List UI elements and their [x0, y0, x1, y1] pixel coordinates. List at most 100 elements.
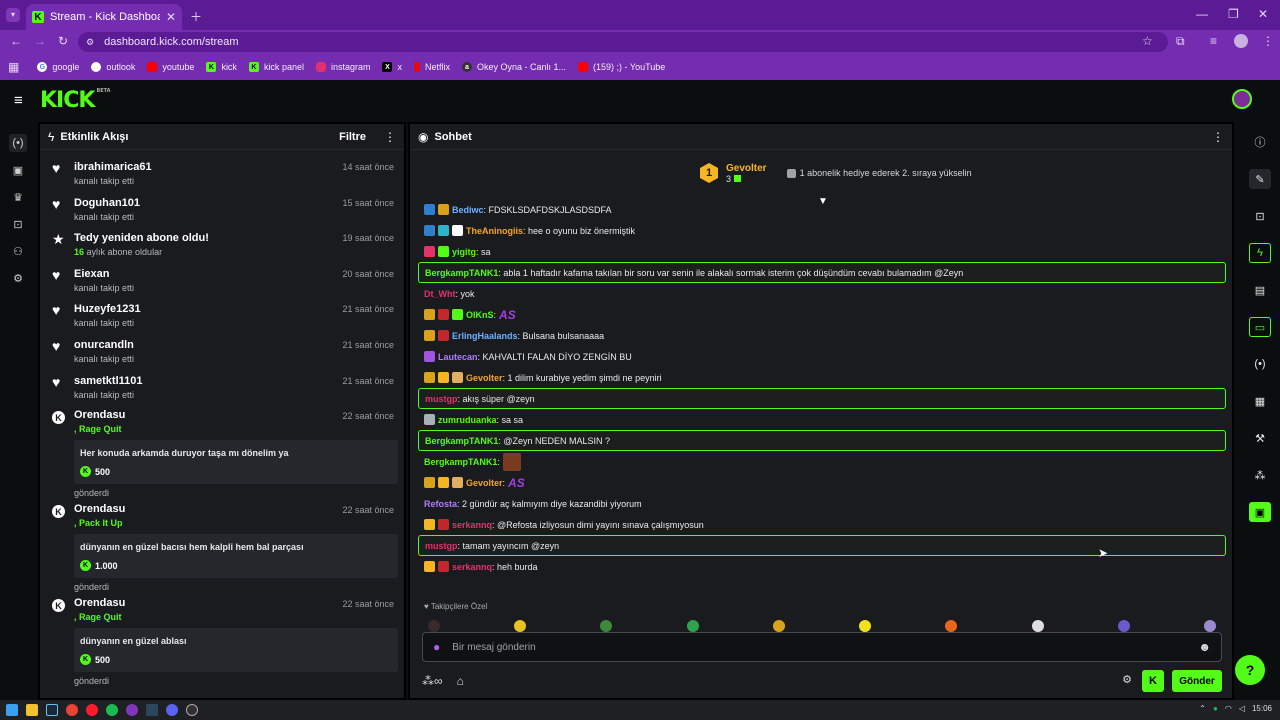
gift-leaderboard-banner[interactable]: 1 Gevolter 3 1 abonelik hediye ederek 2.…	[700, 160, 972, 186]
chat-username[interactable]: yigitg	[452, 247, 476, 257]
opera-icon[interactable]	[86, 704, 98, 716]
minimize-icon[interactable]: —	[1196, 8, 1208, 20]
chat-username[interactable]: TheAninogiis	[466, 226, 523, 236]
layout-icon[interactable]: ▦	[1249, 391, 1271, 411]
tray-spotify-icon[interactable]: ●	[1213, 704, 1218, 713]
chat-username[interactable]: Refosta	[424, 499, 457, 509]
dashboard-icon[interactable]: ▣	[9, 161, 27, 179]
filter-button[interactable]: Filtre	[339, 131, 366, 143]
clock[interactable]: 15:06	[1252, 704, 1272, 713]
kick-logo[interactable]: KICK BETA	[40, 88, 111, 113]
clapperboard-icon[interactable]: ▣	[1249, 502, 1271, 522]
chat-username[interactable]: BergkampTANK1	[425, 268, 498, 278]
chat-username[interactable]: ErlingHaalands	[452, 331, 518, 341]
activity-menu-icon[interactable]: ⋮	[384, 131, 396, 143]
community-icon[interactable]: ⚇	[9, 242, 27, 260]
kick-chat-icon[interactable]: K	[1142, 670, 1164, 692]
emote-button[interactable]	[1117, 620, 1130, 632]
emote-button[interactable]	[772, 620, 785, 632]
windows-start-icon[interactable]	[6, 704, 18, 716]
chat-username[interactable]: BergkampTANK1	[425, 436, 498, 446]
emote-button[interactable]	[600, 620, 613, 632]
chat-username[interactable]: Dt_Wht	[424, 289, 456, 299]
chrome-active-icon[interactable]	[126, 704, 138, 716]
discord-icon[interactable]	[166, 704, 178, 716]
obs-icon[interactable]	[186, 704, 198, 716]
bookmark-outlook[interactable]: outlook	[87, 62, 139, 72]
back-icon[interactable]: ←	[10, 35, 22, 47]
settings-icon[interactable]: ⚙	[9, 269, 27, 287]
extensions-icon[interactable]: ⧉	[1176, 35, 1185, 47]
bookmark-google[interactable]: Ggoogle	[33, 62, 83, 72]
tab-search-icon[interactable]: ▾	[6, 8, 20, 22]
emote-button[interactable]	[945, 620, 958, 632]
bookmark-x[interactable]: Xx	[378, 62, 406, 72]
bookmark-youtube[interactable]: youtube	[143, 62, 198, 72]
bookmark-kick[interactable]: Kkick	[202, 62, 241, 72]
url-field[interactable]: ⚙ dashboard.kick.com/stream	[78, 32, 1168, 52]
chat-username[interactable]: Bediwc	[452, 205, 484, 215]
chat-settings-icon[interactable]: ⚙	[1122, 673, 1132, 686]
menu-dots-icon[interactable]: ⋮	[1262, 35, 1274, 47]
forward-icon[interactable]: →	[34, 35, 46, 47]
tray-arrow-icon[interactable]: ⌃	[1199, 704, 1206, 713]
chat-menu-icon[interactable]: ⋮	[1212, 131, 1224, 143]
stream-broadcast-icon[interactable]: (•)	[9, 134, 27, 152]
apps-grid-icon[interactable]: ▦	[8, 61, 19, 73]
trophy-icon[interactable]: ♛	[9, 188, 27, 206]
microphone-icon[interactable]: ●	[433, 641, 440, 653]
steam-icon[interactable]	[46, 704, 58, 716]
bookmark-netflix[interactable]: Netflix	[410, 62, 454, 72]
infinity-icon[interactable]: ⁂ ∞	[422, 675, 443, 687]
store-icon[interactable]: ⌂	[457, 675, 464, 687]
bookmark-kick-panel[interactable]: Kkick panel	[245, 62, 308, 72]
browser-tab[interactable]: K Stream - Kick Dashboard ✕	[26, 4, 182, 30]
chat-username[interactable]: serkannq	[452, 562, 492, 572]
emote-button[interactable]	[428, 620, 440, 632]
chat-toggle-icon[interactable]: ▭	[1249, 317, 1271, 337]
close-window-icon[interactable]: ✕	[1258, 8, 1268, 20]
bookmark-youtube-159[interactable]: (159) ;) - YouTube	[574, 62, 669, 72]
file-explorer-icon[interactable]	[26, 704, 38, 716]
quick-actions-icon[interactable]: ϟ	[1249, 243, 1271, 263]
bookmark-okey[interactable]: a Okey Oyna - Canlı 1...	[458, 62, 570, 72]
notes-icon[interactable]: ▤	[1249, 280, 1271, 300]
send-button[interactable]: Gönder	[1172, 670, 1222, 692]
clips-icon[interactable]: ⊡	[9, 215, 27, 233]
chat-username[interactable]: mustgp	[425, 394, 458, 404]
chat-input[interactable]: ● Bir mesaj gönderin ☻	[422, 632, 1222, 662]
bookmark-star-icon[interactable]: ☆	[1142, 35, 1153, 47]
emote-button[interactable]	[686, 620, 699, 632]
maximize-icon[interactable]: ❐	[1228, 8, 1239, 20]
spotify-icon[interactable]	[106, 704, 118, 716]
bookmark-instagram[interactable]: instagram	[312, 62, 375, 72]
help-support-icon[interactable]: ?	[1235, 655, 1265, 685]
emoji-icon[interactable]: ☻	[1198, 641, 1211, 653]
reload-icon[interactable]: ↻	[58, 35, 68, 47]
tools-icon[interactable]: ⚒	[1249, 428, 1271, 448]
tray-wifi-icon[interactable]: ◠	[1225, 704, 1232, 713]
user-avatar[interactable]	[1232, 89, 1252, 109]
edit-icon[interactable]: ✎	[1249, 169, 1271, 189]
info-icon[interactable]: ⓘ	[1249, 132, 1271, 152]
emote-button[interactable]	[514, 620, 527, 632]
media-icon[interactable]: ≡	[1210, 35, 1217, 47]
chat-username[interactable]: OlKnS	[466, 310, 494, 320]
chat-username[interactable]: mustgp	[425, 541, 458, 551]
emote-button[interactable]	[859, 620, 872, 632]
chrome-icon[interactable]	[66, 704, 78, 716]
hamburger-menu-icon[interactable]: ≡	[14, 93, 23, 108]
broadcast-icon[interactable]: (•)	[1249, 354, 1271, 374]
close-tab-icon[interactable]: ✕	[166, 11, 176, 23]
site-info-icon[interactable]: ⚙	[86, 37, 94, 47]
chat-username[interactable]: BergkampTANK1	[424, 457, 497, 467]
chat-username[interactable]: Gevolter	[466, 373, 503, 383]
new-tab-icon[interactable]: ＋	[190, 11, 202, 23]
emote-button[interactable]	[1203, 620, 1216, 632]
share-icon[interactable]: ⁂	[1249, 465, 1271, 485]
clip-icon[interactable]: ⊡	[1249, 206, 1271, 226]
chat-username[interactable]: Lautecan	[438, 352, 478, 362]
chat-username[interactable]: Gevolter	[466, 478, 503, 488]
chat-username[interactable]: zumruduanka	[438, 415, 497, 425]
steam-active-icon[interactable]	[146, 704, 158, 716]
